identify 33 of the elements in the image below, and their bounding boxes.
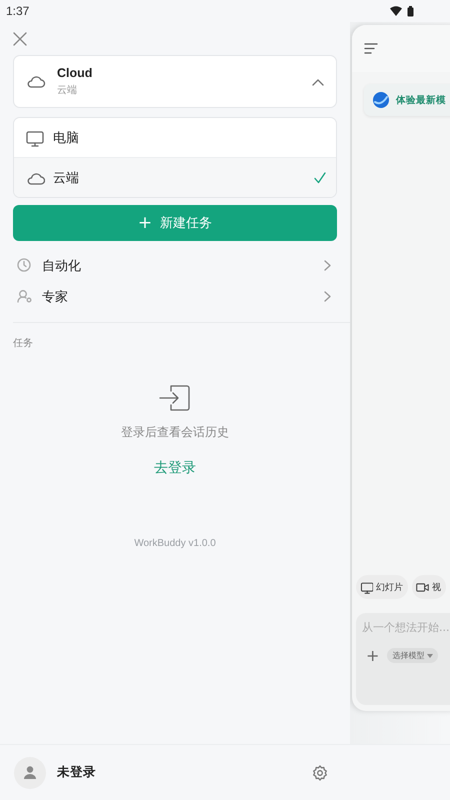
mode-selector[interactable]: Cloud 云端 <box>13 55 337 108</box>
close-icon[interactable] <box>13 32 27 46</box>
mode-title: Cloud <box>57 66 94 80</box>
battery-icon <box>407 6 414 16</box>
clock-icon <box>17 258 32 273</box>
nav-item[interactable]: 专家 <box>13 281 337 312</box>
avatar-icon <box>14 756 46 788</box>
mode-subtitle: 云端 <box>57 84 78 97</box>
login-icon <box>159 384 191 412</box>
mode-option[interactable]: 云端 <box>14 157 336 197</box>
chip-button[interactable]: 幻灯片 <box>356 575 408 599</box>
chevron-right-icon <box>324 260 331 271</box>
dropdown-icon <box>427 654 434 658</box>
prompt-input[interactable]: 从一个想法开始... <box>362 619 450 636</box>
video-camera-icon <box>416 580 429 594</box>
promo-banner[interactable]: 体验最新模 <box>364 84 450 116</box>
menu-icon[interactable] <box>364 43 378 54</box>
version-text: WorkBuddy v1.0.0 <box>133 538 217 549</box>
monitor-icon <box>25 128 45 146</box>
wifi-icon <box>390 6 402 16</box>
settings-icon[interactable] <box>312 764 328 780</box>
model-picker[interactable]: 选择模型 <box>387 648 438 663</box>
monitor-icon <box>360 580 373 594</box>
empty-message: 登录后查看会话历史 <box>121 424 229 441</box>
check-icon <box>314 172 326 184</box>
user-name: 未登录 <box>57 764 97 781</box>
chip-button[interactable]: 视 <box>412 575 446 599</box>
add-button[interactable]: + <box>366 646 380 665</box>
person-icon <box>17 289 32 304</box>
chevron-right-icon <box>324 291 331 302</box>
nav-item[interactable]: 自动化 <box>13 250 337 281</box>
status-time: 1:37 <box>6 4 30 18</box>
section-label: 任务 <box>13 337 34 350</box>
